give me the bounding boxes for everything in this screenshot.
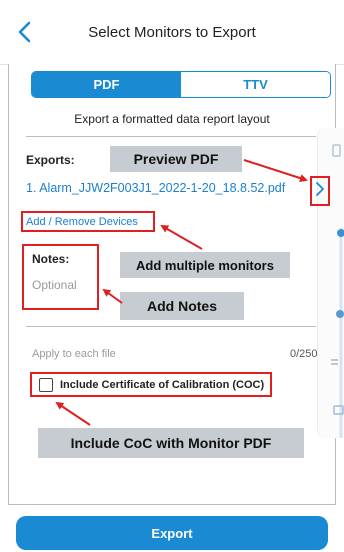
arrow-icon <box>243 159 308 182</box>
arrow-icon <box>160 225 203 250</box>
export-button[interactable]: Export <box>16 516 328 550</box>
annotation-arrows <box>55 159 308 426</box>
arrow-icon <box>55 401 91 426</box>
arrow-icon <box>102 288 123 304</box>
